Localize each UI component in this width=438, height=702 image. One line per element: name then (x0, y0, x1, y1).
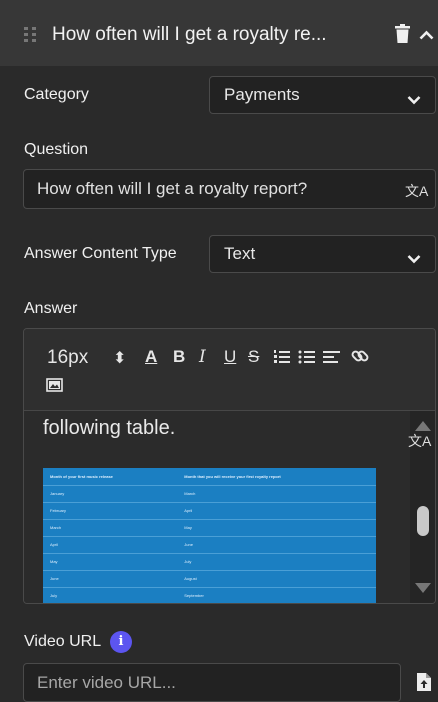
chevron-up-icon[interactable] (419, 27, 434, 45)
category-select[interactable]: Payments (209, 76, 436, 114)
question-value: How often will I get a royalty report? (37, 179, 308, 198)
table-cell: April (43, 536, 178, 554)
table-cell: January (43, 485, 178, 503)
answer-text: following table. (43, 417, 176, 439)
answer-label: Answer (24, 300, 78, 317)
editor-toolbar: 16px ⬍ A B I U S (24, 329, 435, 411)
table-row: February April (43, 502, 376, 520)
category-value: Payments (224, 85, 300, 104)
drag-handle-icon[interactable] (24, 27, 36, 42)
font-color-button[interactable]: A (145, 347, 157, 367)
royalty-schedule-table: Month of your first music release Month … (43, 468, 376, 603)
faq-item-header[interactable]: How often will I get a royalty re... (0, 0, 438, 66)
faq-item-title: How often will I get a royalty re... (52, 24, 327, 45)
video-url-input[interactable]: Enter video URL... (23, 663, 401, 702)
translate-icon[interactable]: 文A (408, 431, 431, 451)
table-row: July September (43, 587, 376, 603)
scrollbar-thumb[interactable] (417, 506, 429, 536)
table-cell: May (43, 553, 178, 571)
insert-image-icon[interactable] (46, 377, 63, 397)
trash-icon[interactable] (395, 24, 410, 48)
font-size-select[interactable]: 16px (47, 347, 88, 369)
bullet-list-icon[interactable] (298, 349, 315, 370)
strikethrough-button[interactable]: S (248, 347, 259, 367)
table-row: March May (43, 519, 376, 537)
question-label: Question (24, 141, 89, 158)
table-cell: May (177, 519, 376, 537)
table-cell: July (177, 553, 376, 571)
table-row: May July (43, 553, 376, 571)
table-row: January March (43, 485, 376, 503)
scroll-up-arrow-icon[interactable] (415, 421, 431, 431)
editor-content[interactable]: following table. Month of your first mus… (24, 411, 435, 603)
answer-content-type-label: Answer Content Type (24, 245, 177, 262)
chevron-down-icon (407, 90, 421, 110)
table-row: June August (43, 570, 376, 588)
table-cell: March (177, 485, 376, 503)
table-row: April June (43, 536, 376, 554)
upload-file-icon[interactable] (417, 673, 431, 696)
scroll-down-arrow-icon[interactable] (415, 583, 431, 593)
font-size-stepper-icon[interactable]: ⬍ (113, 348, 126, 368)
table-header-cell: Month of your first music release (43, 468, 178, 486)
answer-rich-text-editor[interactable]: 16px ⬍ A B I U S following table. Month … (23, 328, 436, 604)
answer-content-type-value: Text (224, 244, 256, 263)
bold-button[interactable]: B (173, 347, 185, 367)
italic-button[interactable]: I (199, 347, 206, 367)
video-url-placeholder: Enter video URL... (37, 672, 176, 692)
question-input[interactable]: How often will I get a royalty report? (23, 169, 436, 209)
ordered-list-icon[interactable] (273, 349, 290, 370)
table-cell: July (43, 587, 178, 603)
info-icon[interactable]: i (110, 631, 132, 653)
table-cell: June (177, 536, 376, 554)
translate-icon[interactable]: 文A (405, 181, 428, 201)
table-cell: August (177, 570, 376, 588)
table-cell: March (43, 519, 178, 537)
table-header-cell: Month that you will receive your first r… (177, 468, 376, 486)
table-cell: February (43, 502, 178, 520)
video-url-label: Video URL (24, 633, 102, 650)
table-cell: June (43, 570, 178, 588)
underline-button[interactable]: U (224, 347, 236, 367)
answer-content-type-select[interactable]: Text (209, 235, 436, 273)
link-icon[interactable] (351, 347, 369, 370)
chevron-down-icon (407, 249, 421, 269)
table-header-row: Month of your first music release Month … (43, 468, 376, 486)
align-left-icon[interactable] (323, 349, 340, 370)
category-label: Category (24, 86, 89, 103)
table-cell: April (177, 502, 376, 520)
table-cell: September (177, 587, 376, 603)
